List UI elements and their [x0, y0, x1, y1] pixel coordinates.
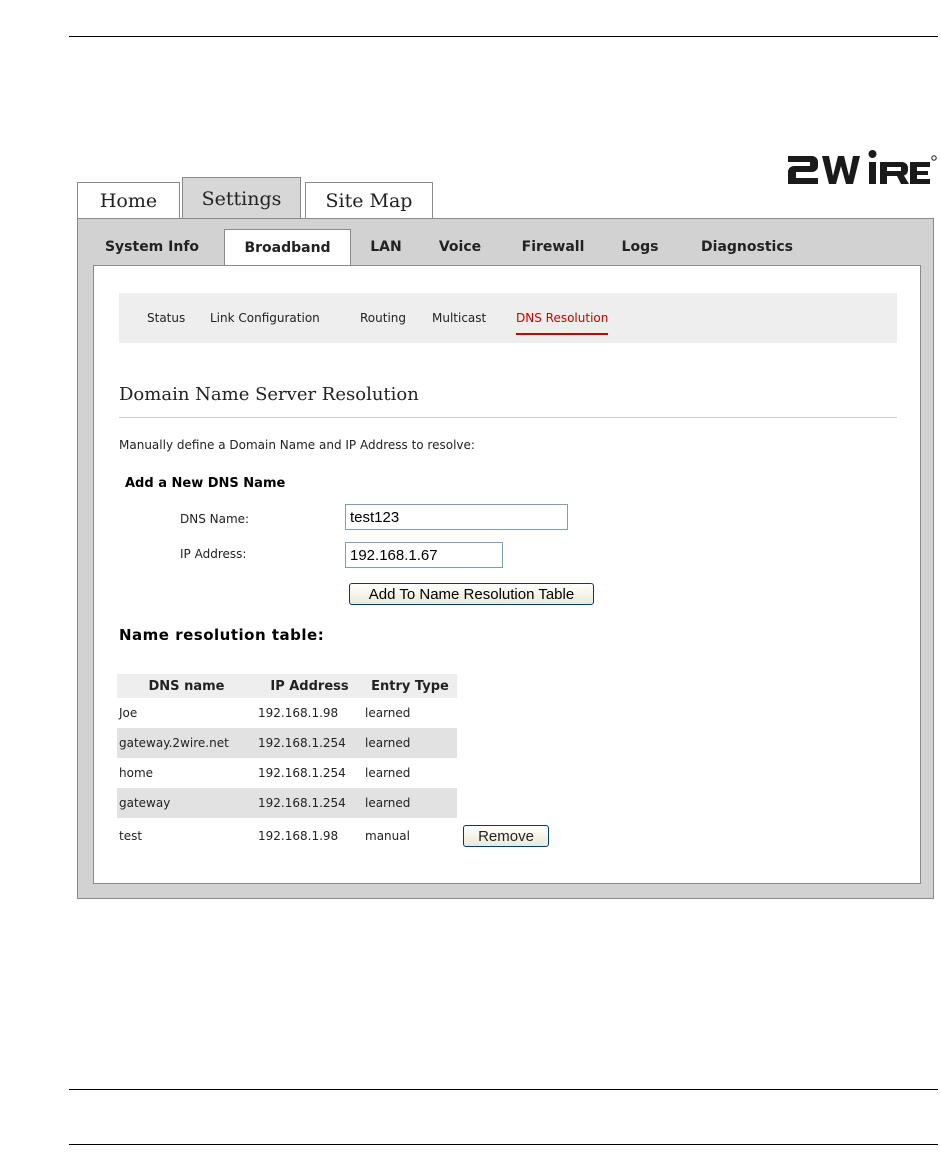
- table-row: gateway.2wire.net 192.168.1.254 learned: [117, 728, 565, 758]
- bottom-rule-1: [69, 1089, 938, 1090]
- subtab-voice[interactable]: Voice: [430, 229, 490, 265]
- settings-frame: System Info Broadband LAN Voice Firewall…: [77, 218, 934, 899]
- cell-type: learned: [363, 788, 457, 818]
- cell-dns-name: gateway: [117, 788, 256, 818]
- cell-ip: 192.168.1.254: [258, 766, 346, 780]
- page-title: Domain Name Server Resolution: [119, 384, 419, 405]
- cell-type: manual: [365, 829, 410, 843]
- col-entry-type: Entry Type: [363, 674, 457, 698]
- title-divider: [119, 417, 897, 418]
- cell-dns-name: gateway.2wire.net: [117, 728, 256, 758]
- add-to-table-button[interactable]: Add To Name Resolution Table: [349, 583, 594, 605]
- cell-ip: 192.168.1.98: [258, 829, 339, 843]
- cell-dns-name: home: [119, 766, 154, 780]
- section-nav-multicast[interactable]: Multicast: [432, 293, 486, 343]
- cell-ip: 192.168.1.254: [256, 788, 363, 818]
- page-description: Manually define a Domain Name and IP Add…: [119, 438, 475, 452]
- content-panel: Status Link Configuration Routing Multic…: [93, 265, 921, 884]
- remove-button[interactable]: Remove: [463, 825, 549, 847]
- cell-ip: 192.168.1.254: [256, 728, 363, 758]
- cell-ip: 192.168.1.98: [258, 706, 339, 720]
- table-row: Joe 192.168.1.98 learned: [117, 698, 565, 728]
- tab-settings[interactable]: Settings: [182, 177, 301, 219]
- table-title: Name resolution table:: [119, 626, 325, 644]
- subtab-broadband[interactable]: Broadband: [224, 229, 351, 266]
- add-dns-title: Add a New DNS Name: [125, 476, 286, 491]
- cell-dns-name: test: [119, 829, 143, 843]
- name-resolution-table: DNS name IP Address Entry Type Joe 192.1…: [117, 674, 565, 854]
- cell-type: learned: [365, 706, 411, 720]
- col-action: [457, 674, 565, 698]
- ip-address-input[interactable]: [345, 542, 503, 568]
- cell-dns-name: Joe: [119, 706, 138, 720]
- ip-address-label: IP Address:: [180, 547, 247, 561]
- table-row: home 192.168.1.254 learned: [117, 758, 565, 788]
- table-row: gateway 192.168.1.254 learned: [117, 788, 565, 818]
- section-nav: Status Link Configuration Routing Multic…: [119, 293, 897, 343]
- col-dns-name: DNS name: [117, 674, 256, 698]
- bottom-rule-2: [69, 1144, 938, 1145]
- dns-name-input[interactable]: [345, 504, 568, 530]
- subtab-lan[interactable]: LAN: [364, 229, 408, 265]
- tab-site-map[interactable]: Site Map: [305, 182, 433, 218]
- table-row: test 192.168.1.98 manual Remove: [117, 818, 565, 854]
- dns-name-label: DNS Name:: [180, 512, 250, 526]
- section-nav-link-configuration[interactable]: Link Configuration: [210, 293, 320, 343]
- section-nav-status[interactable]: Status: [147, 293, 185, 343]
- cell-type: learned: [363, 728, 457, 758]
- tab-home[interactable]: Home: [77, 182, 180, 218]
- col-ip-address: IP Address: [256, 674, 363, 698]
- subtab-logs[interactable]: Logs: [618, 229, 662, 265]
- settings-subnav: System Info Broadband LAN Voice Firewall…: [78, 219, 933, 266]
- table-header-row: DNS name IP Address Entry Type: [117, 674, 565, 698]
- subtab-firewall[interactable]: Firewall: [515, 229, 591, 265]
- cell-type: learned: [365, 766, 411, 780]
- section-nav-routing[interactable]: Routing: [360, 293, 406, 343]
- 2wire-logo: [788, 150, 937, 184]
- top-rule: [69, 36, 938, 37]
- subtab-system-info[interactable]: System Info: [96, 229, 208, 265]
- section-nav-dns-resolution[interactable]: DNS Resolution: [516, 293, 609, 343]
- subtab-diagnostics[interactable]: Diagnostics: [692, 229, 802, 265]
